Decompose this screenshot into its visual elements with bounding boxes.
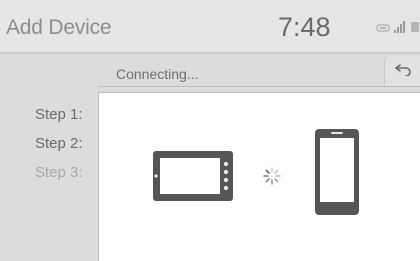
step-3: Step 3:: [35, 164, 83, 181]
dialog-divider: [98, 86, 420, 87]
connecting-status: Connecting...: [116, 66, 199, 82]
page-title: Add Device: [6, 16, 112, 39]
steps-list: Step 1: Step 2: Step 3:: [35, 100, 83, 187]
connection-panel: [98, 92, 420, 261]
step-2: Step 2:: [35, 135, 83, 152]
step-1: Step 1:: [35, 106, 83, 123]
back-arrow-icon: [394, 62, 412, 81]
smartphone-icon: [314, 128, 360, 221]
status-icons: [376, 20, 420, 38]
loading-spinner-icon: [262, 166, 282, 191]
title-bar: Add Device 7:48: [0, 0, 420, 54]
head-unit-display-icon: [152, 150, 234, 207]
bluetooth-icon: [376, 20, 390, 38]
battery-icon: [410, 20, 420, 38]
back-button[interactable]: [384, 56, 420, 86]
signal-strength-icon: [393, 20, 407, 38]
clock: 7:48: [278, 12, 331, 42]
add-device-screen: Add Device 7:48 Connecting... Step 1: St…: [0, 0, 420, 261]
